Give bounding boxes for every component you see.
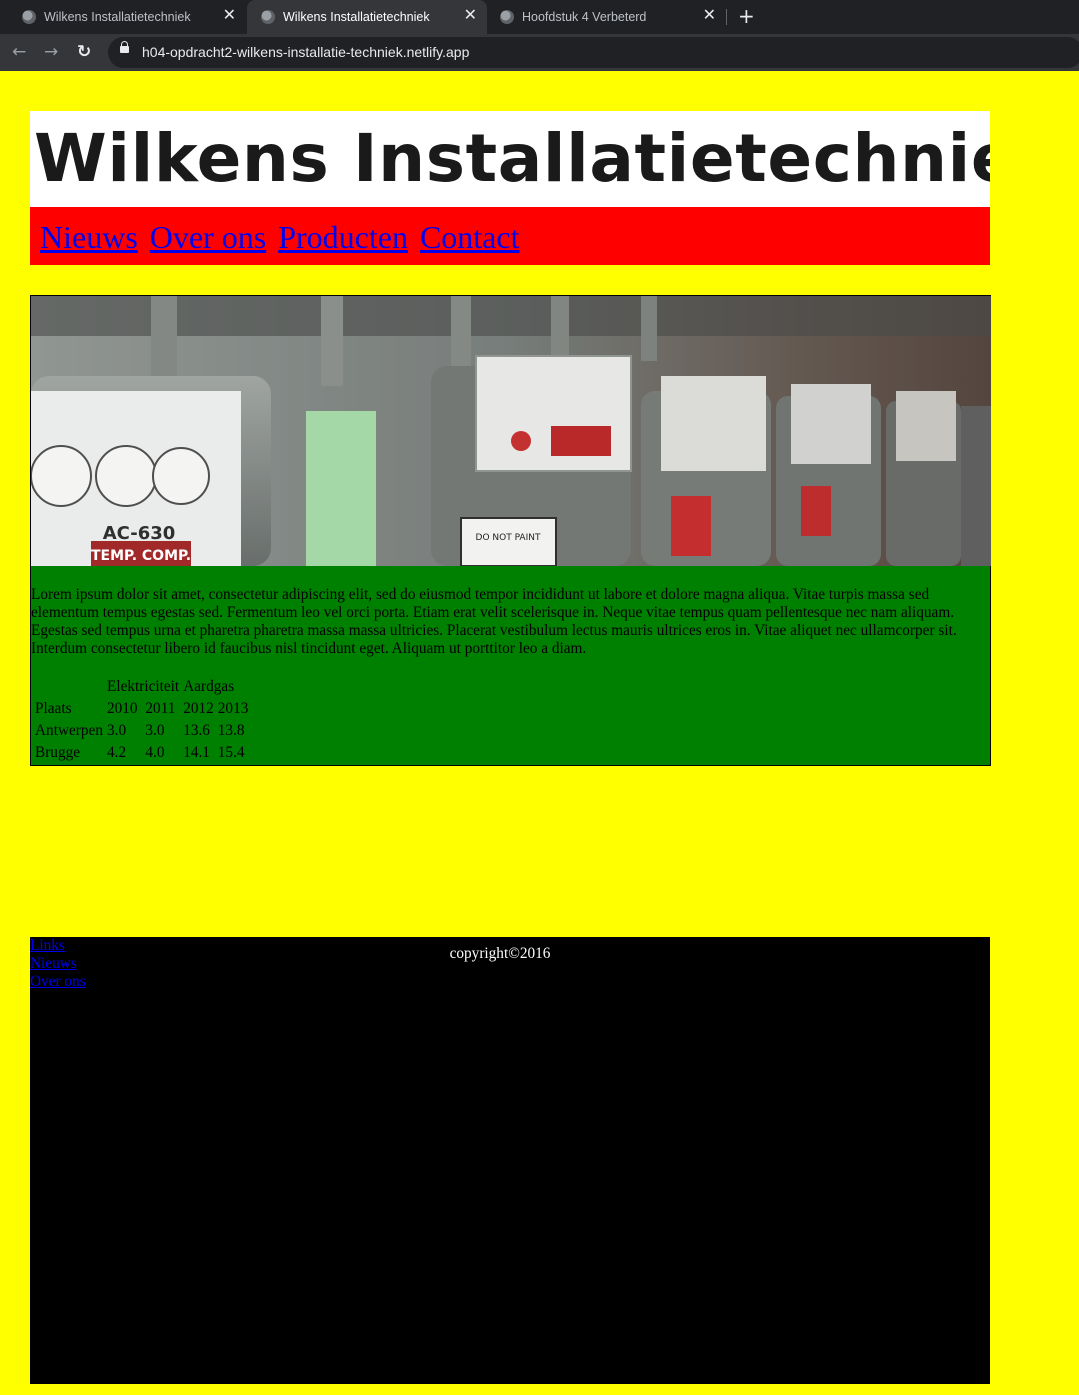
url-text[interactable]: h04-opdracht2-wilkens-installatie-techni… [142, 44, 469, 60]
tab-strip: Wilkens Installatietechniek ✕ Wilkens In… [0, 0, 1079, 34]
forward-icon[interactable]: → [44, 40, 58, 64]
table-group-header: Aardgas [183, 678, 235, 695]
address-bar[interactable]: h04-opdracht2-wilkens-installatie-techni… [108, 37, 1079, 68]
nav-link-over-ons[interactable]: Over ons [150, 219, 266, 255]
table-header: 2011 [145, 700, 176, 717]
table-cell: 15.4 [217, 744, 245, 761]
tab-2-active[interactable]: Wilkens Installatietechniek ✕ [247, 0, 487, 34]
globe-icon [261, 10, 275, 24]
table-cell: 13.6 [183, 722, 210, 739]
copyright-text: copyright©2016 [449, 945, 551, 962]
table-header: Plaats [35, 700, 72, 717]
footer: Links Nieuws Over ons copyright©2016 [30, 937, 990, 1384]
table-cell: 3.0 [145, 722, 165, 739]
table-cell: 14.1 [183, 744, 210, 761]
tab-1[interactable]: Wilkens Installatietechniek ✕ [8, 0, 246, 34]
table-cell: 13.8 [217, 722, 245, 739]
intro-paragraph: Lorem ipsum dolor sit amet, consectetur … [31, 586, 957, 657]
main-nav: Nieuws Over ons Producten Contact [30, 207, 990, 265]
table-group-header: Elektriciteit [106, 678, 180, 695]
gas-meters-photo: AC-630 TEMP. COMP. DO NOT PAINT [31, 296, 991, 566]
nav-link-nieuws[interactable]: Nieuws [40, 219, 138, 255]
new-tab-button[interactable]: + [738, 4, 755, 28]
table-header: 2010 [106, 700, 138, 717]
table-cell-place: Antwerpen [35, 722, 103, 739]
table-cell: 4.0 [145, 744, 165, 761]
gas-meters-illustration: AC-630 TEMP. COMP. DO NOT PAINT [31, 296, 991, 566]
table-row: Brugge 4.2 4.0 14.1 15.4 [34, 743, 249, 763]
footer-link-over-ons[interactable]: Over ons [30, 973, 86, 991]
table-row: Antwerpen 3.0 3.0 13.6 13.8 [34, 721, 249, 741]
tab-title: Wilkens Installatietechniek [283, 10, 430, 24]
tab-title: Wilkens Installatietechniek [44, 10, 191, 24]
content-text: Lorem ipsum dolor sit amet, consectetur … [31, 586, 976, 658]
lock-icon[interactable] [120, 41, 129, 53]
back-icon[interactable]: ← [12, 40, 26, 64]
tab-separator [726, 9, 727, 25]
tab-title: Hoofdstuk 4 Verbeterd [522, 10, 647, 24]
logo-banner: Wilkens Installatietechniek [30, 111, 990, 207]
table-header: 2013 [217, 700, 249, 717]
table-cell: 4.2 [106, 744, 127, 761]
nav-link-producten[interactable]: Producten [278, 219, 408, 255]
browser-chrome: Wilkens Installatietechniek ✕ Wilkens In… [0, 0, 1079, 71]
tab-3[interactable]: Hoofdstuk 4 Verbeterd ✕ [486, 0, 726, 34]
table-corner [34, 677, 104, 697]
table-cell: 3.0 [106, 722, 127, 739]
globe-icon [500, 10, 514, 24]
table-cell-place: Brugge [35, 744, 81, 761]
close-icon[interactable]: ✕ [703, 7, 716, 25]
table-header: 2012 [183, 700, 214, 717]
reload-icon[interactable]: ↻ [77, 40, 91, 64]
toolbar: ← → ↻ h04-opdracht2-wilkens-installatie-… [0, 34, 1079, 71]
globe-icon [22, 10, 36, 24]
energy-table: Elektriciteit Aardgas Plaats 2010 2011 2… [32, 675, 251, 765]
close-icon[interactable]: ✕ [223, 7, 236, 25]
close-icon[interactable]: ✕ [464, 7, 477, 25]
main-section: AC-630 TEMP. COMP. DO NOT PAINT Lorem ip… [30, 295, 991, 766]
nav-link-contact[interactable]: Contact [420, 219, 520, 255]
